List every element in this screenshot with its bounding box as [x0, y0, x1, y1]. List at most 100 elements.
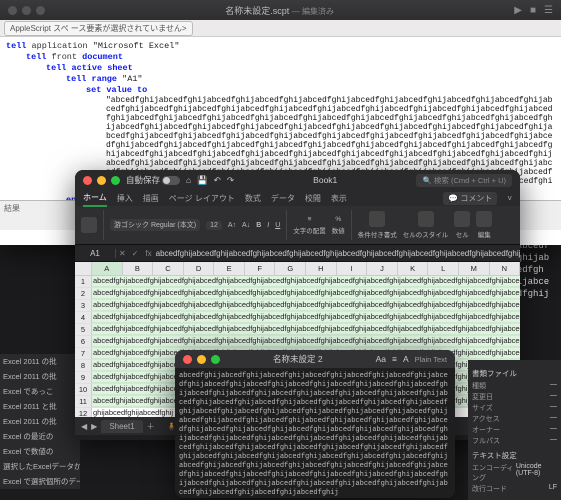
- row-header[interactable]: 8: [75, 360, 92, 371]
- text-content[interactable]: abcedfghijabcedfghijabcedfghijabcedfghij…: [175, 368, 455, 498]
- redo-icon[interactable]: ↷: [227, 175, 234, 186]
- save-icon[interactable]: 💾: [197, 175, 208, 186]
- switch-icon[interactable]: [162, 176, 180, 185]
- search-input[interactable]: 🔍 検索 (Cmd + Ctrl + U): [416, 174, 512, 187]
- close-icon[interactable]: [8, 6, 17, 15]
- cell[interactable]: abcedfghijabcedfghijabcedfghijabcedfghij…: [92, 300, 520, 311]
- tab-formulas[interactable]: 数式: [245, 191, 261, 206]
- list-item[interactable]: Excel 2011 の批: [0, 369, 80, 384]
- number-group[interactable]: %数値: [332, 216, 345, 235]
- tab-data[interactable]: データ: [271, 191, 295, 206]
- column-header[interactable]: C: [153, 262, 184, 275]
- comments-button[interactable]: 💬コメント: [443, 192, 497, 205]
- row-header[interactable]: 12: [75, 408, 92, 417]
- close-icon[interactable]: [183, 355, 192, 364]
- row-header[interactable]: 5: [75, 324, 92, 335]
- run-icon[interactable]: ▶: [514, 5, 522, 16]
- toolbar-status[interactable]: AppleScript スペ ース要素が選択されていません>: [4, 21, 193, 36]
- conditional-format-button[interactable]: 条件付き書式: [358, 211, 397, 239]
- row-header[interactable]: 4: [75, 312, 92, 323]
- row-header[interactable]: 2: [75, 288, 92, 299]
- minimize-icon[interactable]: [197, 355, 206, 364]
- font-grow-icon[interactable]: A↑: [228, 222, 236, 229]
- list-item[interactable]: Excel であっこ: [0, 384, 80, 399]
- excel-titlebar[interactable]: 自動保存 ⌂ 💾 ↶ ↷ Book1 🔍 検索 (Cmd + Ctrl + U): [75, 170, 520, 190]
- tab-insert[interactable]: 挿入: [117, 191, 133, 206]
- column-header[interactable]: H: [306, 262, 337, 275]
- row-header[interactable]: 11: [75, 396, 92, 407]
- sheet-tab[interactable]: Sheet1: [101, 420, 142, 433]
- tab-view[interactable]: 表示: [331, 191, 347, 206]
- list-item[interactable]: Excel の最近の: [0, 429, 80, 444]
- column-header[interactable]: A: [92, 262, 123, 275]
- zoom-icon[interactable]: [36, 6, 45, 15]
- row-header[interactable]: 6: [75, 336, 92, 347]
- cell[interactable]: abcedfghijabcedfghijabcedfghijabcedfghij…: [92, 312, 520, 323]
- collapse-ribbon-icon[interactable]: ˅: [507, 194, 512, 203]
- row-header[interactable]: 1: [75, 276, 92, 287]
- scripteditor-titlebar[interactable]: 名称未設定.scpt — 編集済み ▶ ■ ☰: [0, 0, 561, 20]
- row-header[interactable]: 9: [75, 372, 92, 383]
- zoom-icon[interactable]: [111, 176, 120, 185]
- add-sheet-icon[interactable]: ＋: [147, 421, 155, 432]
- cancel-icon[interactable]: ✕: [116, 249, 129, 258]
- home-icon[interactable]: ⌂: [186, 175, 191, 185]
- paste-button[interactable]: [81, 217, 97, 233]
- column-header[interactable]: D: [184, 262, 215, 275]
- cell[interactable]: abcedfghijabcedfghijabcedfghijabcedfghij…: [92, 288, 520, 299]
- cell[interactable]: abcedfghijabcedfghijabcedfghijabcedfghij…: [92, 324, 520, 335]
- minimize-icon[interactable]: [97, 176, 106, 185]
- bold-icon[interactable]: B: [256, 222, 261, 229]
- list-item[interactable]: Excel 2011 の批: [0, 354, 80, 369]
- column-header[interactable]: E: [214, 262, 245, 275]
- autosave-toggle[interactable]: 自動保存: [126, 174, 180, 186]
- close-icon[interactable]: [83, 176, 92, 185]
- sidebar-icon[interactable]: ☰: [544, 5, 553, 16]
- italic-icon[interactable]: I: [267, 222, 269, 229]
- formula-input[interactable]: abcedfghijabcedfghijabcedfghijabcedfghij…: [156, 249, 520, 258]
- name-box[interactable]: A1: [75, 249, 116, 258]
- column-header[interactable]: F: [245, 262, 276, 275]
- tab-layout[interactable]: ページ レイアウト: [169, 191, 235, 206]
- prev-sheet-icon[interactable]: ◀: [81, 422, 87, 431]
- font-icon[interactable]: Aa: [376, 354, 386, 364]
- cell[interactable]: abcedfghijabcedfghijabcedfghijabcedfghij…: [92, 276, 520, 287]
- cell-styles-button[interactable]: セルのスタイル: [403, 211, 449, 239]
- table-row[interactable]: 3abcedfghijabcedfghijabcedfghijabcedfghi…: [75, 300, 520, 312]
- editing-group[interactable]: 編集: [476, 211, 492, 239]
- table-row[interactable]: 6abcedfghijabcedfghijabcedfghijabcedfghi…: [75, 336, 520, 348]
- column-header[interactable]: G: [275, 262, 306, 275]
- row-header[interactable]: 10: [75, 384, 92, 395]
- list-item[interactable]: Excel 2011 と批: [0, 399, 80, 414]
- list-icon[interactable]: ≡: [392, 354, 397, 364]
- mode-label[interactable]: Plain Text: [415, 355, 447, 364]
- column-header[interactable]: I: [337, 262, 368, 275]
- enter-icon[interactable]: ✓: [129, 249, 142, 258]
- list-item[interactable]: Excel で数値の: [0, 444, 80, 459]
- list-item[interactable]: Excel で選択個所のデータから最低値のものを…: [0, 474, 80, 489]
- tab-draw[interactable]: 描画: [143, 191, 159, 206]
- select-all-corner[interactable]: [75, 262, 92, 275]
- table-row[interactable]: 5abcedfghijabcedfghijabcedfghijabcedfghi…: [75, 324, 520, 336]
- cell[interactable]: abcedfghijabcedfghijabcedfghijabcedfghij…: [92, 336, 520, 347]
- stop-icon[interactable]: ■: [530, 5, 536, 16]
- minimize-icon[interactable]: [22, 6, 31, 15]
- column-header[interactable]: B: [123, 262, 154, 275]
- column-header[interactable]: K: [398, 262, 429, 275]
- textedit-titlebar[interactable]: 名称未設定 2 Aa ≡ A Plain Text: [175, 350, 455, 368]
- alignment-group[interactable]: ≡文字の配置: [293, 216, 326, 235]
- list-item[interactable]: 選択したExcelデータから、能力値の個数を求める: [0, 459, 80, 474]
- table-row[interactable]: 2abcedfghijabcedfghijabcedfghijabcedfghi…: [75, 288, 520, 300]
- zoom-icon[interactable]: [211, 355, 220, 364]
- highlight-icon[interactable]: A: [403, 354, 409, 364]
- undo-icon[interactable]: ↶: [214, 175, 221, 186]
- tab-review[interactable]: 校閲: [305, 191, 321, 206]
- fx-label[interactable]: fx: [141, 249, 155, 258]
- list-item[interactable]: Excel 2011 の批: [0, 414, 80, 429]
- font-name-selector[interactable]: 游ゴシック Regular (本文): [110, 219, 200, 231]
- cells-group[interactable]: セル: [454, 211, 470, 239]
- table-row[interactable]: 4abcedfghijabcedfghijabcedfghijabcedfghi…: [75, 312, 520, 324]
- row-header[interactable]: 7: [75, 348, 92, 359]
- next-sheet-icon[interactable]: ▶: [91, 422, 97, 431]
- font-shrink-icon[interactable]: A↓: [242, 222, 250, 229]
